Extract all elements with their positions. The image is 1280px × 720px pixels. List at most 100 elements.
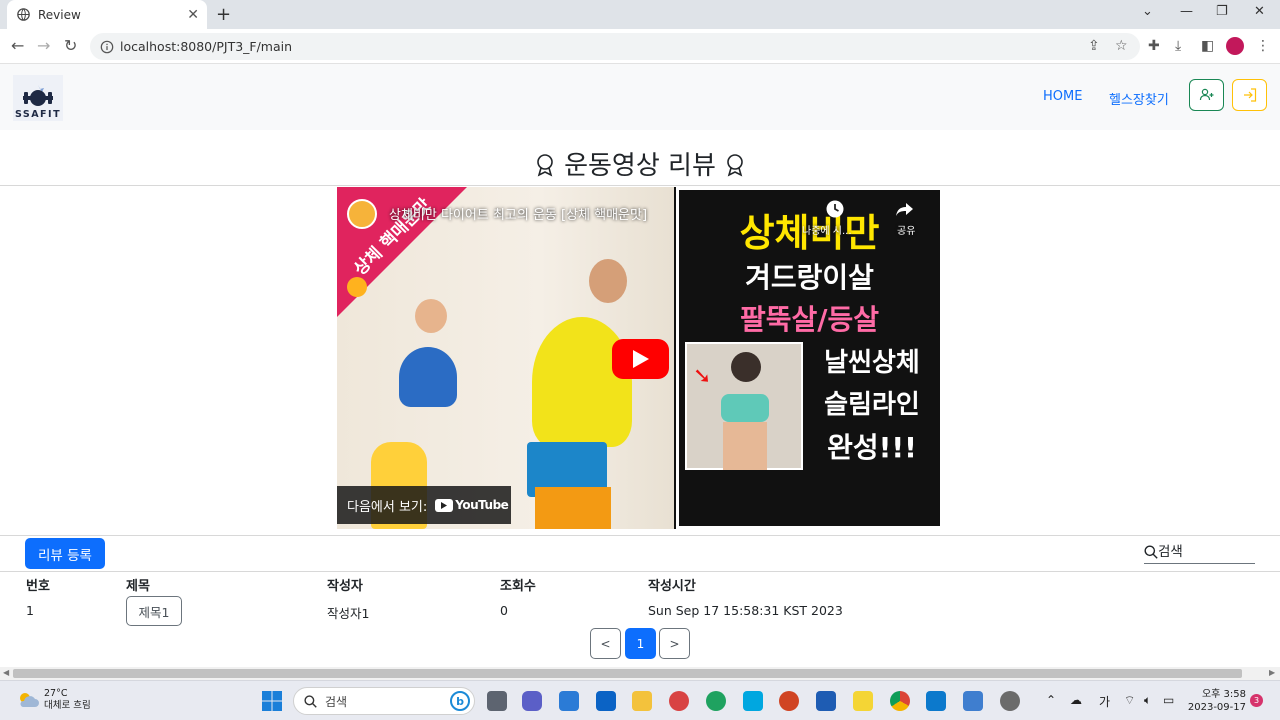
globe-icon	[17, 8, 30, 21]
thumb-line: 완성!!!	[827, 431, 917, 464]
site-info-icon[interactable]	[100, 40, 114, 54]
tab-search-icon[interactable]: ⌄	[1142, 4, 1153, 19]
pagination-page-1[interactable]: 1	[625, 628, 656, 659]
youtube-video-embed[interactable]: 상체 핵매운맛 상체비만 겨드랑이살 팔뚝살/등살 ➘ 날씬상체 슬림라인 완성…	[337, 187, 943, 529]
watch-on-label: 다음에서 보기:	[347, 499, 428, 515]
share-label[interactable]: 공유	[897, 222, 915, 237]
column-header-title: 제목	[126, 579, 150, 594]
close-tab-icon[interactable]: ✕	[187, 7, 199, 23]
notepad-icon[interactable]	[963, 691, 983, 711]
pagination-prev-button[interactable]: <	[590, 628, 621, 659]
extensions-icon[interactable]: ✚	[1148, 38, 1160, 54]
share-icon[interactable]: ⇪	[1088, 38, 1100, 54]
search-input[interactable]	[1158, 543, 1253, 560]
forward-icon[interactable]: →	[37, 36, 50, 55]
reload-icon[interactable]: ↻	[64, 36, 77, 55]
channel-avatar[interactable]	[347, 199, 377, 229]
weather-widget[interactable]: 27°C 대체로 흐림	[17, 688, 91, 712]
powerpoint-icon[interactable]	[779, 691, 799, 711]
close-window-icon[interactable]: ✕	[1254, 4, 1265, 19]
address-bar-row: ← → ↻ localhost:8080/PJT3_F/main ⇪ ☆ ✚ ⤓…	[0, 29, 1280, 64]
share-arrow-icon[interactable]	[895, 199, 915, 219]
divider	[0, 571, 1280, 572]
row-time: Sun Sep 17 15:58:31 KST 2023	[648, 603, 843, 618]
watch-later-label[interactable]: 나중에 시...	[802, 222, 852, 237]
download-icon[interactable]: ⤓	[1175, 38, 1181, 54]
onedrive-cloud-icon[interactable]: ☁	[1070, 693, 1082, 707]
new-tab-icon[interactable]: +	[216, 4, 231, 25]
column-header-writer: 작성자	[327, 579, 363, 594]
teams-chat-icon[interactable]	[522, 691, 542, 711]
settings-gear-icon[interactable]	[1000, 691, 1020, 711]
figure-man	[532, 317, 632, 447]
clock-date: 2023-09-17	[1187, 702, 1246, 713]
person-add-icon	[1199, 88, 1213, 101]
horizontal-scrollbar[interactable]: ◀ ▶	[0, 667, 1280, 680]
figure-man-head	[589, 259, 627, 303]
nav-home-link[interactable]: HOME	[1043, 89, 1082, 104]
taskbar-clock[interactable]: 오후 3:58 2023-09-17	[1186, 688, 1246, 714]
taskbar-search[interactable]: 검색 b	[293, 687, 475, 715]
scroll-right-icon[interactable]: ▶	[1269, 668, 1275, 677]
taskbar-search-label: 검색	[325, 694, 348, 709]
pagination-next-button[interactable]: >	[659, 628, 690, 659]
youtube-play-icon	[435, 498, 454, 512]
edge-icon[interactable]	[706, 691, 726, 711]
video-title[interactable]: 상체비만 다이어트 최고의 운동 [상체 핵매운맛]	[389, 204, 647, 223]
app-icon[interactable]	[669, 691, 689, 711]
row-writer: 작성자1	[327, 606, 370, 621]
notification-badge[interactable]: 3	[1250, 694, 1263, 707]
menu-icon[interactable]: ⋮	[1256, 38, 1270, 54]
search-icon	[1144, 545, 1158, 559]
skype-icon[interactable]	[743, 691, 763, 711]
play-button[interactable]	[612, 339, 669, 379]
temperature: 27°C	[44, 688, 68, 699]
address-bar[interactable]: localhost:8080/PJT3_F/main	[90, 33, 1140, 60]
back-icon[interactable]: ←	[11, 36, 24, 55]
profile-avatar[interactable]	[1226, 37, 1244, 55]
scroll-left-icon[interactable]: ◀	[3, 668, 9, 677]
column-header-no: 번호	[26, 579, 50, 594]
search-box[interactable]	[1144, 540, 1255, 564]
thumbnail-inset-photo: ➘	[685, 342, 803, 470]
thumb-line: 슬림라인	[824, 390, 920, 420]
word-icon[interactable]	[816, 691, 836, 711]
tray-overflow-icon[interactable]: ⌃	[1046, 693, 1056, 707]
battery-icon[interactable]: ▭	[1163, 693, 1174, 707]
maximize-icon[interactable]: ❐	[1216, 4, 1228, 19]
sticky-notes-icon[interactable]	[853, 691, 873, 711]
page-title: 운동영상 리뷰	[564, 151, 716, 181]
chrome-icon[interactable]	[890, 691, 910, 711]
register-review-button[interactable]: 리뷰 등록	[25, 538, 105, 569]
vscode-icon[interactable]	[926, 691, 946, 711]
task-view-icon[interactable]	[487, 691, 507, 711]
browser-tab-strip: Review ✕ + ⌄ — ❐ ✕	[0, 0, 1280, 29]
signup-button[interactable]	[1189, 79, 1224, 111]
award-icon	[727, 154, 743, 177]
app-navbar: SSAFIT HOME 헬스장찾기	[0, 64, 1280, 130]
play-icon	[632, 350, 649, 368]
windows-start-icon[interactable]	[261, 690, 283, 712]
watch-on-youtube[interactable]: 다음에서 보기: YouTube	[337, 486, 511, 524]
thumbnail-text-panel: 상체비만 겨드랑이살 팔뚝살/등살 ➘ 날씬상체 슬림라인 완성!!!	[674, 187, 943, 529]
scrollbar-thumb[interactable]	[13, 669, 1242, 678]
review-title-button[interactable]: 제목1	[126, 596, 182, 626]
bookmark-star-icon[interactable]: ☆	[1115, 38, 1128, 54]
bing-icon[interactable]: b	[450, 691, 470, 711]
ime-indicator[interactable]: 가	[1099, 693, 1110, 710]
mail-icon[interactable]	[596, 691, 616, 711]
search-icon	[304, 694, 317, 708]
file-explorer-icon[interactable]	[632, 691, 652, 711]
clock-icon[interactable]	[825, 199, 845, 219]
wifi-icon[interactable]: ⌔	[1124, 693, 1135, 708]
store-icon[interactable]	[559, 691, 579, 711]
nav-gym-link[interactable]: 헬스장찾기	[1109, 89, 1169, 108]
browser-tab[interactable]: Review ✕	[7, 0, 207, 29]
side-panel-icon[interactable]: ◧	[1201, 38, 1214, 54]
figure-woman-head	[415, 299, 447, 333]
logo[interactable]: SSAFIT	[13, 75, 63, 121]
volume-icon[interactable]: 🔈︎	[1144, 693, 1151, 708]
login-button[interactable]	[1232, 79, 1267, 111]
minimize-icon[interactable]: —	[1180, 4, 1193, 19]
award-icon	[537, 154, 553, 177]
